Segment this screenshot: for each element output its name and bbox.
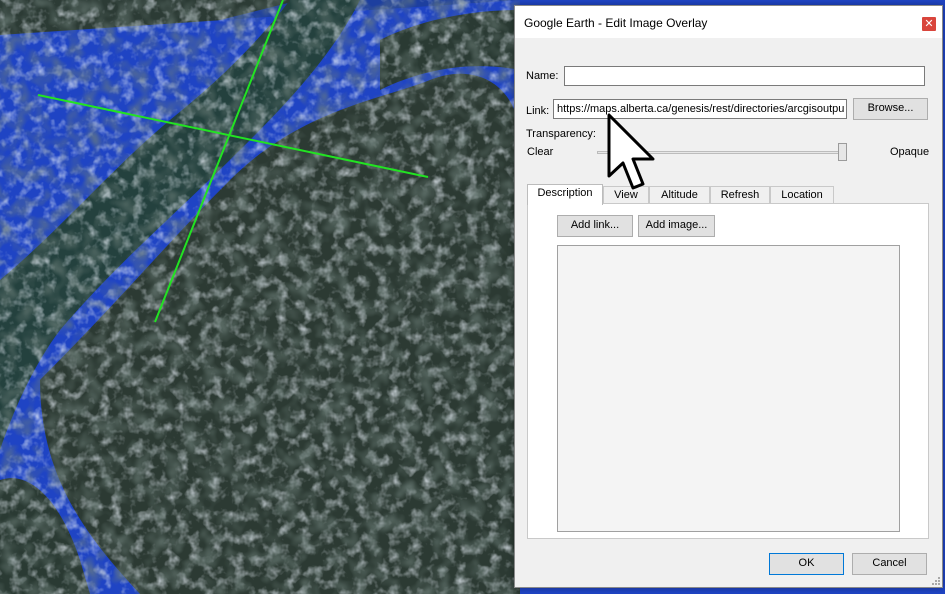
arrow-cursor-icon <box>607 113 655 190</box>
opaque-label: Opaque <box>890 146 930 158</box>
cancel-button[interactable]: Cancel <box>852 553 927 575</box>
edit-image-overlay-dialog: Google Earth - Edit Image Overlay ✕ Name… <box>514 5 943 588</box>
transparency-slider-thumb[interactable] <box>838 143 847 161</box>
resize-grip-icon[interactable] <box>931 576 941 586</box>
tab-refresh[interactable]: Refresh <box>710 186 770 204</box>
name-input[interactable] <box>564 66 925 86</box>
title-bar[interactable]: Google Earth - Edit Image Overlay ✕ <box>515 6 942 38</box>
name-label: Name: <box>526 70 559 82</box>
close-button[interactable]: ✕ <box>922 17 936 31</box>
dialog-title: Google Earth - Edit Image Overlay <box>524 16 708 30</box>
description-panel: Add link... Add image... <box>527 203 929 539</box>
tab-location[interactable]: Location <box>770 186 834 204</box>
add-link-button[interactable]: Add link... <box>557 215 633 237</box>
ok-button[interactable]: OK <box>769 553 844 575</box>
description-textarea[interactable] <box>557 245 900 532</box>
link-label: Link: <box>526 105 550 117</box>
browse-button[interactable]: Browse... <box>853 98 928 120</box>
tab-description[interactable]: Description <box>527 184 603 205</box>
clear-label: Clear <box>527 146 554 158</box>
add-image-button[interactable]: Add image... <box>638 215 715 237</box>
link-input[interactable]: https://maps.alberta.ca/genesis/rest/dir… <box>553 99 847 119</box>
transparency-label: Transparency: <box>526 128 596 140</box>
